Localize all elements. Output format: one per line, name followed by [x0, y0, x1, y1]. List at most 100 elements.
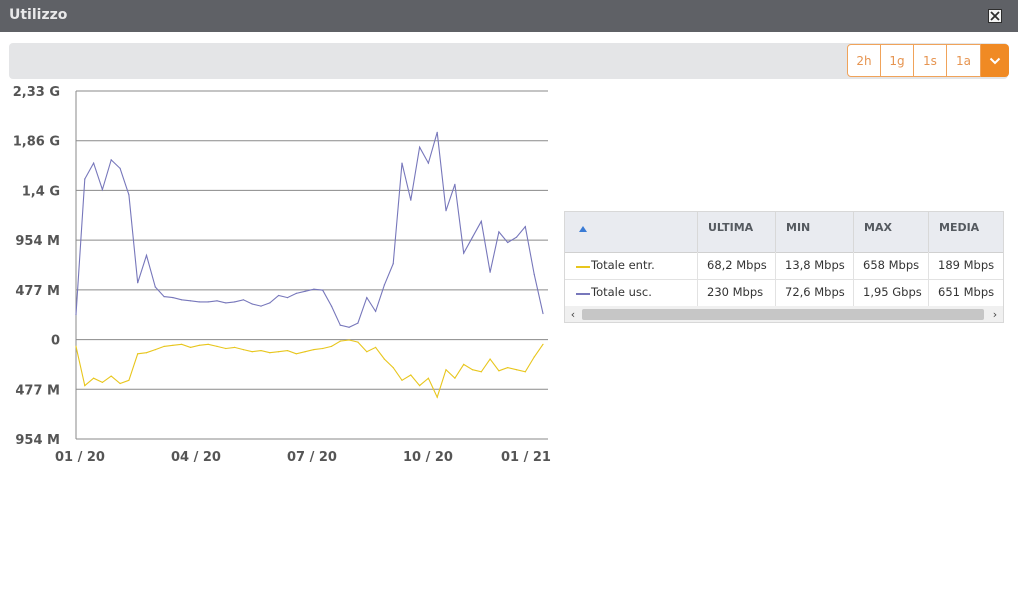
range-1a-button[interactable]: 1a: [947, 44, 981, 77]
data-point: [304, 351, 306, 353]
data-point: [463, 252, 465, 254]
close-button[interactable]: [988, 9, 1002, 23]
data-point: [515, 369, 518, 371]
data-point: [313, 349, 315, 351]
data-point: [445, 369, 447, 371]
series-stats-table: ULTIMA MIN MAX MEDIA Totale entr. 68,2 M…: [564, 211, 1004, 323]
usage-chart: 2,33 G 1,86 G 1,4 G 954 M 477 M 0 477 M 954 M 01…: [13, 85, 551, 465]
data-point: [410, 374, 412, 376]
data-point: [489, 271, 491, 273]
data-point: [251, 303, 253, 305]
y-tick-label: 954 M: [15, 433, 60, 448]
column-divider: [928, 212, 929, 252]
column-header-min[interactable]: MIN: [786, 212, 810, 252]
y-tick-label: 954 M: [15, 234, 60, 249]
data-point: [392, 263, 394, 265]
scrollbar-thumb[interactable]: [582, 309, 984, 320]
data-point: [427, 162, 429, 164]
chevron-down-icon: [989, 57, 1001, 64]
data-point: [383, 284, 385, 286]
close-icon: [990, 11, 1000, 21]
window-title: Utilizzo: [9, 7, 68, 23]
data-point: [295, 353, 297, 355]
data-point: [427, 377, 429, 379]
y-tick-label: 2,33 G: [13, 85, 60, 100]
data-point: [234, 346, 236, 348]
data-point: [524, 371, 526, 373]
data-point: [489, 358, 491, 360]
data-point: [463, 363, 465, 365]
range-1g-button[interactable]: 1g: [881, 44, 914, 77]
column-header-media[interactable]: MEDIA: [939, 212, 979, 252]
series-name: Totale usc.: [591, 285, 652, 299]
data-point: [454, 377, 456, 379]
data-point: [339, 324, 341, 326]
scroll-left-arrow-icon[interactable]: ‹: [565, 306, 581, 322]
range-dropdown-button[interactable]: [981, 44, 1009, 77]
data-point: [401, 162, 403, 164]
time-range-group: 2h 1g 1s 1a: [847, 44, 1009, 77]
data-point: [198, 344, 200, 346]
data-point: [533, 273, 535, 275]
data-point: [189, 300, 192, 302]
data-point: [110, 375, 112, 377]
data-point: [128, 379, 130, 381]
data-point: [225, 347, 227, 350]
data-point: [304, 290, 306, 292]
data-point: [357, 341, 359, 343]
column-header-max[interactable]: MAX: [864, 212, 892, 252]
data-point: [216, 300, 218, 302]
series-line: [75, 132, 544, 328]
time-range-toolbar: 2h 1g 1s 1a: [9, 43, 1009, 79]
data-point: [137, 282, 139, 284]
window-titlebar: Utilizzo: [0, 0, 1018, 32]
series-name-cell: Totale usc.: [565, 279, 697, 306]
series-name-cell: Totale entr.: [565, 252, 697, 279]
data-point: [172, 344, 174, 346]
horizontal-scrollbar[interactable]: ‹ ›: [565, 306, 1003, 322]
data-point: [498, 231, 500, 233]
media-cell: 651 Mbps: [928, 279, 1003, 306]
data-point: [375, 346, 377, 348]
data-point: [339, 340, 341, 342]
data-point: [75, 314, 77, 316]
data-point: [101, 189, 103, 191]
media-cell: 189 Mbps: [928, 252, 1003, 279]
data-point: [542, 312, 544, 315]
y-tick-label: 0: [51, 334, 60, 349]
min-cell: 13,8 Mbps: [775, 252, 853, 279]
data-point: [419, 146, 421, 148]
range-2h-button[interactable]: 2h: [847, 44, 881, 77]
sort-asc-icon[interactable]: [579, 226, 587, 232]
data-point: [278, 351, 280, 353]
data-point: [507, 367, 509, 369]
data-point: [278, 294, 280, 297]
data-point: [533, 356, 535, 358]
x-tick-label: 07 / 20: [287, 450, 337, 465]
table-header: ULTIMA MIN MAX MEDIA: [565, 212, 1003, 253]
data-point: [542, 343, 544, 345]
data-point: [145, 352, 148, 354]
data-point: [366, 297, 368, 299]
data-point: [163, 296, 165, 298]
data-point: [375, 310, 377, 312]
data-point: [84, 385, 86, 387]
data-point: [260, 305, 262, 307]
data-point: [137, 353, 139, 355]
series-color-swatch: [576, 266, 590, 268]
data-point: [410, 199, 412, 201]
data-point: [322, 347, 324, 350]
data-point: [216, 345, 218, 347]
data-point: [84, 178, 86, 180]
table-row[interactable]: Totale usc. 230 Mbps 72,6 Mbps 1,95 Gbps…: [565, 279, 1003, 307]
data-point: [119, 382, 121, 385]
data-point: [471, 236, 474, 238]
table-row[interactable]: Totale entr. 68,2 Mbps 13,8 Mbps 658 Mbp…: [565, 252, 1003, 280]
range-1s-button[interactable]: 1s: [914, 44, 947, 77]
scroll-right-arrow-icon[interactable]: ›: [987, 306, 1003, 322]
data-point: [269, 352, 271, 354]
data-point: [172, 297, 174, 299]
data-point: [181, 299, 183, 301]
y-tick-label: 477 M: [15, 383, 60, 398]
column-header-ultima[interactable]: ULTIMA: [708, 212, 753, 252]
